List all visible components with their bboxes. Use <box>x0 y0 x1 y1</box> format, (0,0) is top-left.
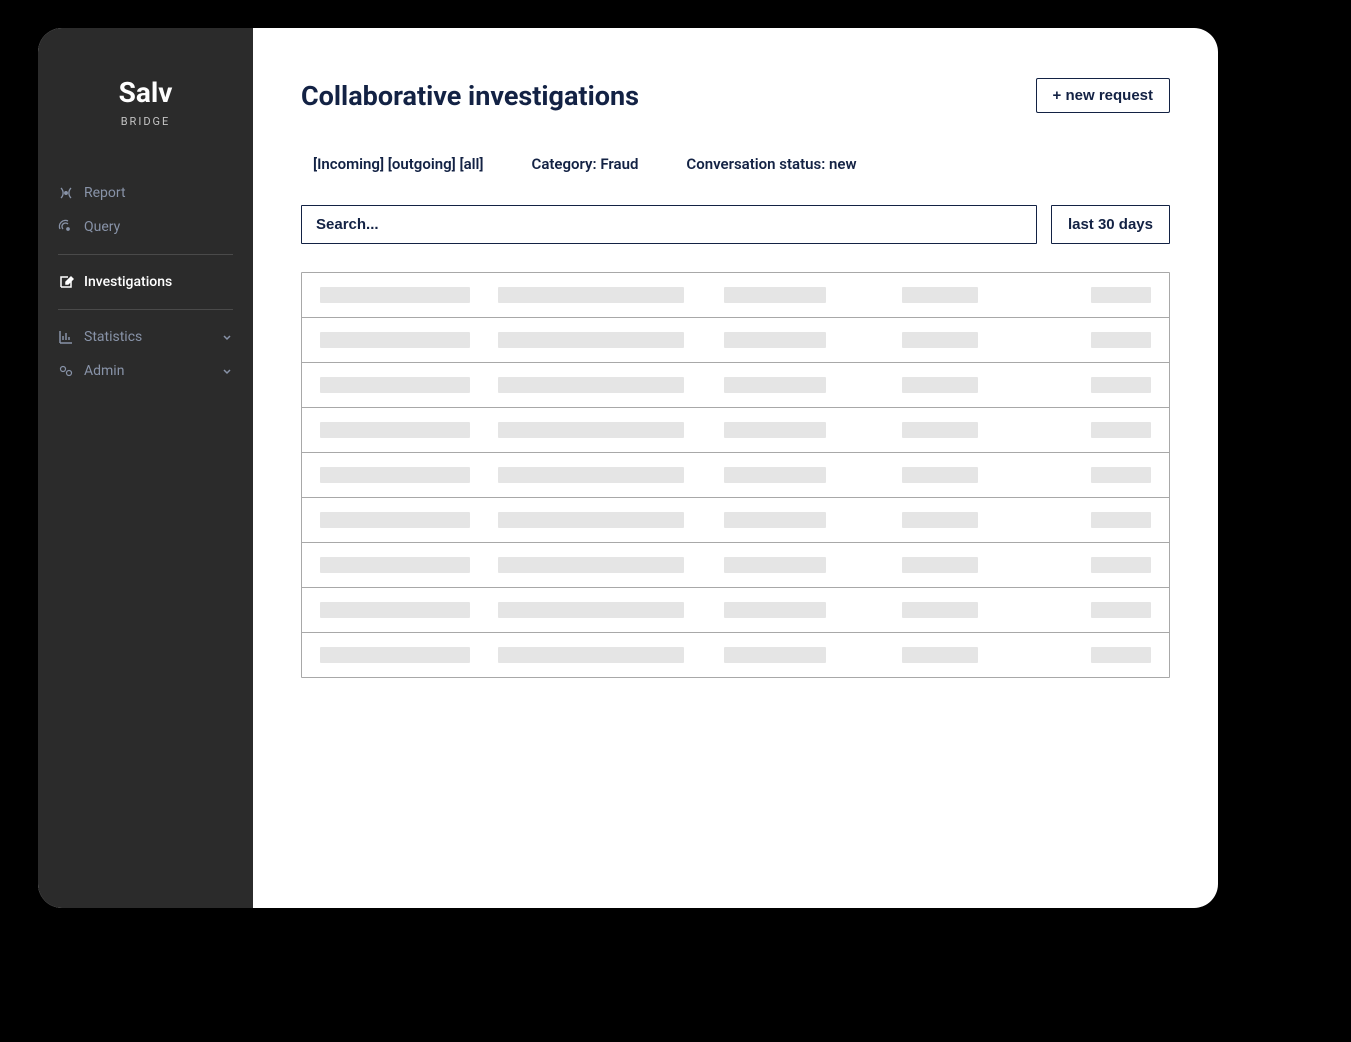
skeleton-cell <box>1091 557 1151 573</box>
sidebar-item-label: Investigations <box>84 274 172 290</box>
skeleton-cell <box>498 467 684 483</box>
search-input[interactable] <box>301 205 1037 244</box>
edit-icon <box>58 274 74 290</box>
brand: Salv BRIDGE <box>38 76 253 128</box>
sidebar-item-query[interactable]: Query <box>58 210 233 244</box>
skeleton-cell <box>1091 602 1151 618</box>
table-row[interactable] <box>302 363 1169 408</box>
skeleton-cell <box>320 557 470 573</box>
sidebar-item-admin[interactable]: Admin <box>58 354 233 388</box>
chevron-down-icon <box>221 365 233 377</box>
skeleton-cell <box>902 332 978 348</box>
skeleton-cell <box>724 602 826 618</box>
skeleton-cell <box>724 557 826 573</box>
broadcast-icon <box>58 185 74 201</box>
table-row[interactable] <box>302 498 1169 543</box>
chevron-down-icon <box>221 331 233 343</box>
table-row[interactable] <box>302 273 1169 318</box>
date-filter-button[interactable]: last 30 days <box>1051 205 1170 244</box>
page-title: Collaborative investigations <box>301 80 639 112</box>
table-row[interactable] <box>302 633 1169 677</box>
skeleton-cell <box>902 422 978 438</box>
app-window: Salv BRIDGE Report Query <box>38 28 1218 908</box>
skeleton-cell <box>1091 332 1151 348</box>
skeleton-cell <box>498 332 684 348</box>
skeleton-cell <box>902 467 978 483</box>
sidebar-item-report[interactable]: Report <box>58 176 233 210</box>
skeleton-cell <box>724 287 826 303</box>
skeleton-cell <box>724 647 826 663</box>
skeleton-cell <box>724 512 826 528</box>
search-bar: last 30 days <box>301 205 1170 244</box>
skeleton-cell <box>902 512 978 528</box>
skeleton-cell <box>498 287 684 303</box>
skeleton-cell <box>902 377 978 393</box>
skeleton-cell <box>1091 467 1151 483</box>
divider <box>58 309 233 310</box>
sidebar-item-statistics[interactable]: Statistics <box>58 320 233 354</box>
skeleton-cell <box>1091 287 1151 303</box>
sidebar-item-label: Statistics <box>84 329 142 345</box>
skeleton-cell <box>498 422 684 438</box>
header: Collaborative investigations + new reque… <box>301 78 1170 113</box>
skeleton-cell <box>902 557 978 573</box>
skeleton-cell <box>320 467 470 483</box>
brand-name: Salv <box>38 76 253 109</box>
table-row[interactable] <box>302 543 1169 588</box>
new-request-button[interactable]: + new request <box>1036 78 1170 113</box>
filter-direction[interactable]: [Incoming] [outgoing] [all] <box>313 155 484 173</box>
chart-icon <box>58 329 74 345</box>
divider <box>58 254 233 255</box>
table-row[interactable] <box>302 408 1169 453</box>
brand-subtitle: BRIDGE <box>38 115 253 128</box>
skeleton-cell <box>320 422 470 438</box>
skeleton-cell <box>1091 512 1151 528</box>
skeleton-cell <box>1091 647 1151 663</box>
skeleton-cell <box>498 557 684 573</box>
skeleton-cell <box>902 602 978 618</box>
skeleton-cell <box>320 287 470 303</box>
skeleton-cell <box>320 602 470 618</box>
nav: Report Query Investigations <box>38 176 253 388</box>
table-row[interactable] <box>302 318 1169 363</box>
table-row[interactable] <box>302 453 1169 498</box>
skeleton-cell <box>724 332 826 348</box>
skeleton-cell <box>902 287 978 303</box>
main-content: Collaborative investigations + new reque… <box>253 28 1218 908</box>
skeleton-cell <box>498 512 684 528</box>
sidebar-item-investigations[interactable]: Investigations <box>58 265 233 299</box>
sidebar-item-label: Report <box>84 185 126 201</box>
skeleton-cell <box>320 647 470 663</box>
gears-icon <box>58 363 74 379</box>
skeleton-cell <box>1091 377 1151 393</box>
results-table <box>301 272 1170 678</box>
sidebar-item-label: Query <box>84 219 120 235</box>
skeleton-cell <box>724 422 826 438</box>
skeleton-cell <box>320 512 470 528</box>
skeleton-cell <box>902 647 978 663</box>
filter-bar: [Incoming] [outgoing] [all] Category: Fr… <box>301 155 1170 173</box>
skeleton-cell <box>320 377 470 393</box>
skeleton-cell <box>724 467 826 483</box>
filter-category[interactable]: Category: Fraud <box>532 155 639 173</box>
table-row[interactable] <box>302 588 1169 633</box>
skeleton-cell <box>1091 422 1151 438</box>
filter-status[interactable]: Conversation status: new <box>686 155 856 173</box>
skeleton-cell <box>320 332 470 348</box>
skeleton-cell <box>498 377 684 393</box>
skeleton-cell <box>724 377 826 393</box>
sidebar-item-label: Admin <box>84 363 124 379</box>
skeleton-cell <box>498 602 684 618</box>
satellite-icon <box>58 219 74 235</box>
sidebar: Salv BRIDGE Report Query <box>38 28 253 908</box>
skeleton-cell <box>498 647 684 663</box>
